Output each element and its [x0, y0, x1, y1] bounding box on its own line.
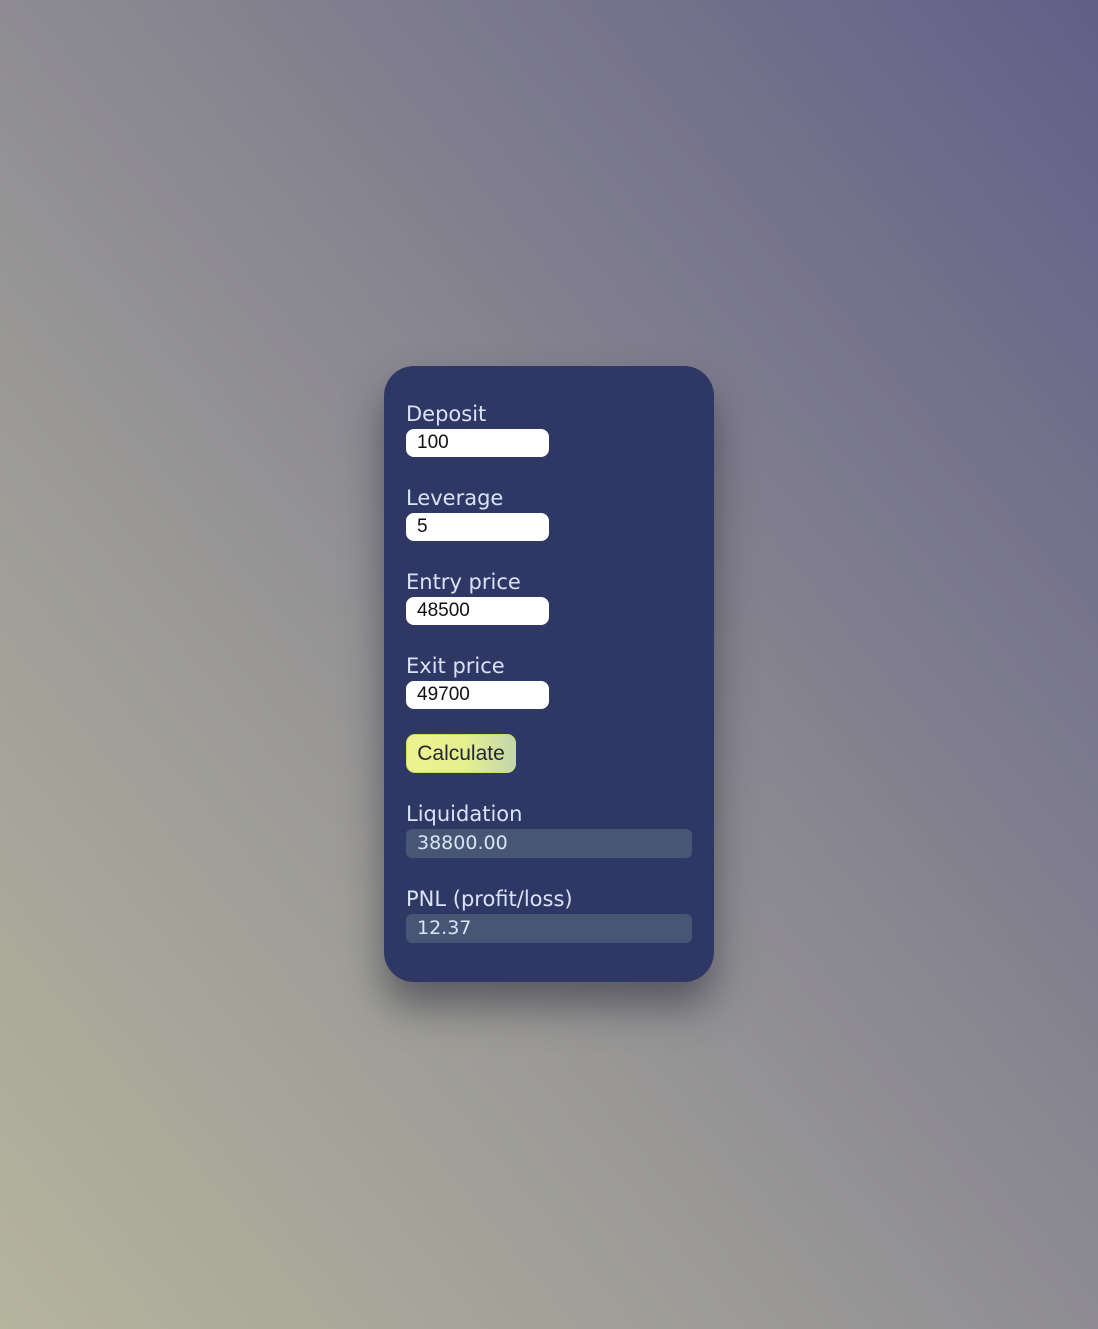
calculate-button[interactable]: Calculate [406, 734, 516, 773]
calculator-card: Deposit Leverage Entry price Exit price … [384, 366, 714, 982]
deposit-input[interactable] [406, 429, 549, 457]
entry-price-label: Entry price [406, 570, 521, 594]
entry-price-input[interactable] [406, 597, 549, 625]
liquidation-output: 38800.00 [406, 829, 692, 858]
leverage-field-group: Leverage [406, 483, 692, 541]
leverage-input[interactable] [406, 513, 549, 541]
liquidation-label: Liquidation [406, 802, 523, 826]
leverage-label: Leverage [406, 486, 504, 510]
pnl-label: PNL (profit/loss) [406, 887, 573, 911]
exit-price-input[interactable] [406, 681, 549, 709]
deposit-label: Deposit [406, 402, 487, 426]
liquidation-result-group: Liquidation 38800.00 [406, 799, 692, 858]
pnl-result-group: PNL (profit/loss) 12.37 [406, 884, 692, 943]
pnl-output: 12.37 [406, 914, 692, 943]
deposit-field-group: Deposit [406, 399, 692, 457]
exit-price-field-group: Exit price [406, 651, 692, 709]
exit-price-label: Exit price [406, 654, 505, 678]
entry-price-field-group: Entry price [406, 567, 692, 625]
